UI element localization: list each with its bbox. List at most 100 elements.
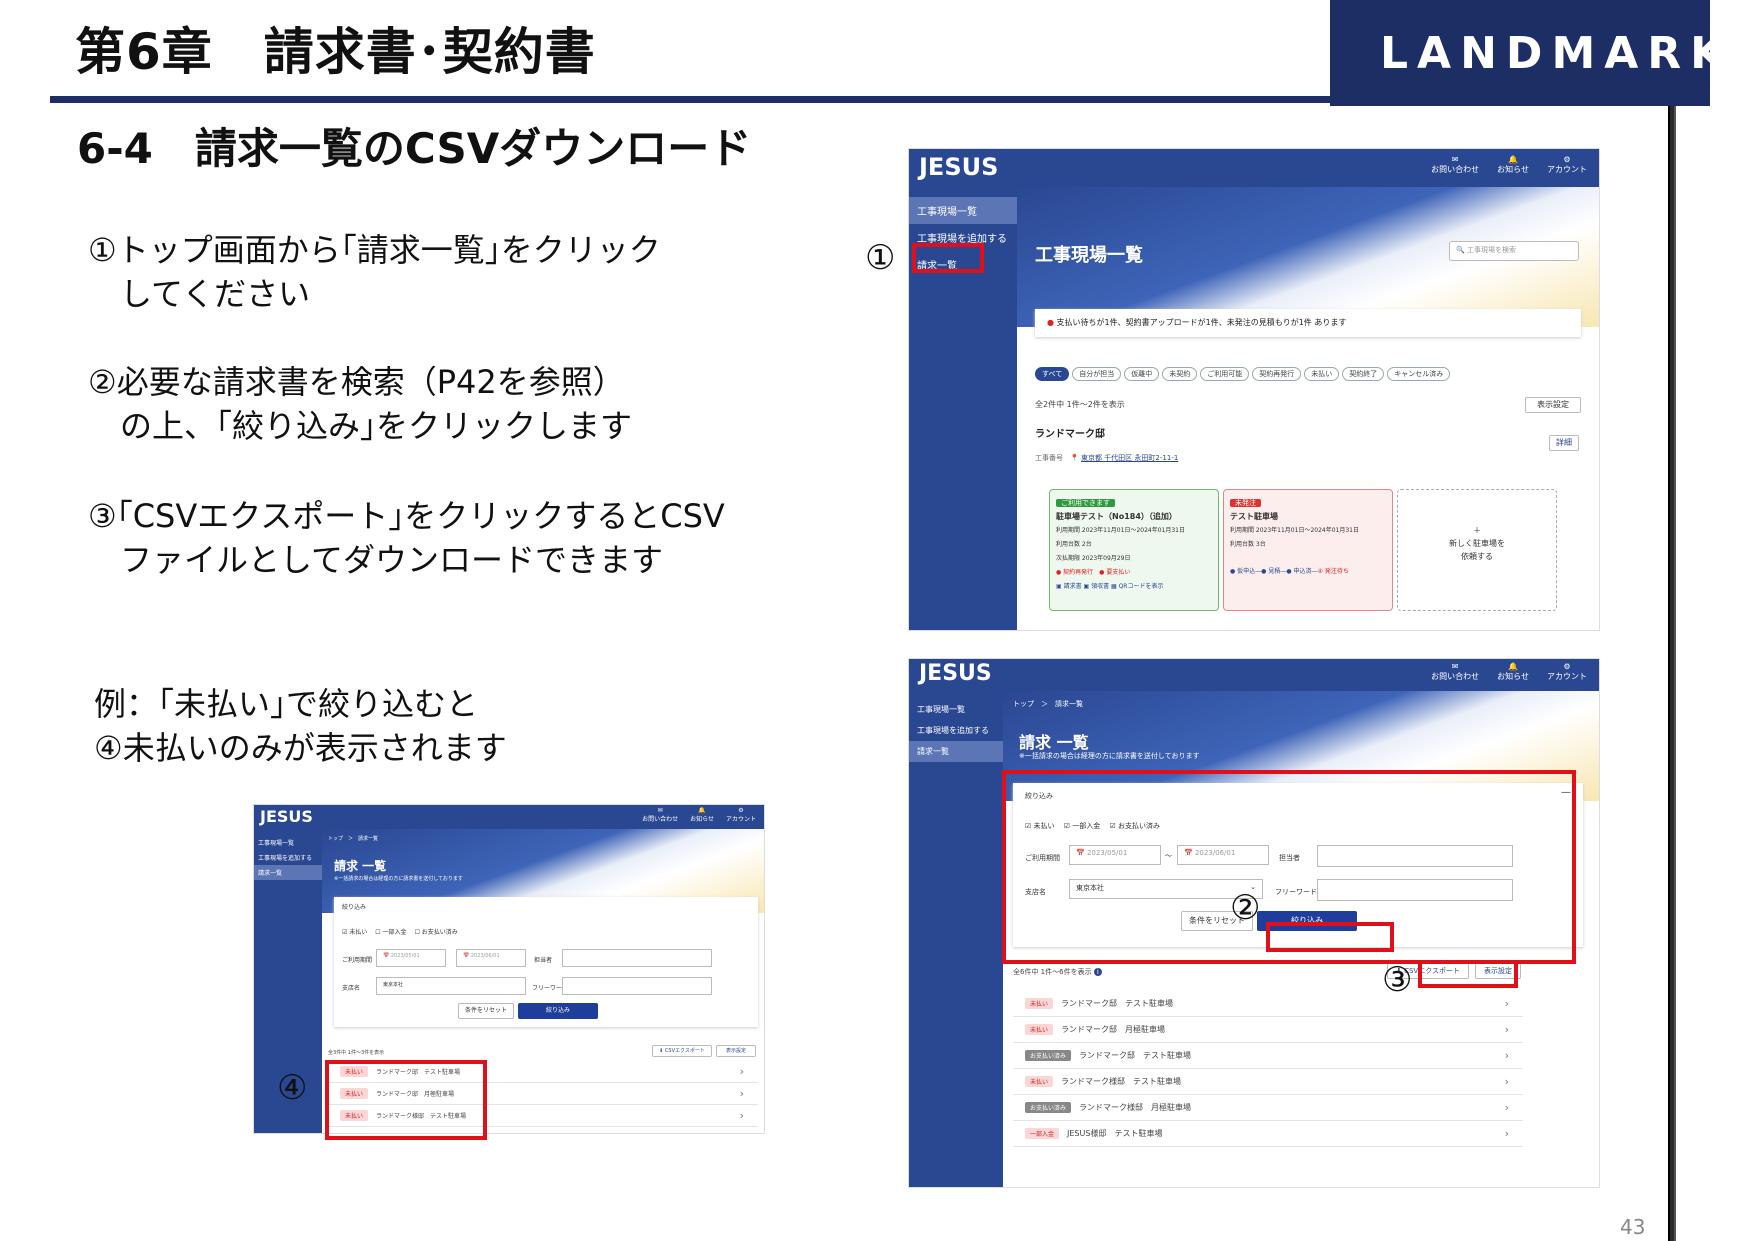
table-row[interactable]: 未払い ランドマーク様邸 テスト駐車場 ›: [1013, 1069, 1523, 1095]
card-count: 利用台数 2台: [1056, 541, 1092, 548]
site-name: ランドマーク邸: [1035, 429, 1105, 440]
check-paid[interactable]: ☐ お支払い済み: [414, 929, 457, 936]
check-partial[interactable]: ☐ 一部入金: [375, 929, 406, 936]
contact-icon[interactable]: ✉ お問い合わせ: [1431, 155, 1479, 175]
chevron-right-icon: ›: [1504, 1127, 1509, 1140]
sidebar-item-sites[interactable]: 工事現場一覧: [909, 699, 1003, 720]
filter-pending[interactable]: 仮離中: [1124, 367, 1160, 381]
filter-all[interactable]: すべて: [1035, 367, 1070, 381]
check-unpaid[interactable]: ☑ 未払い: [342, 929, 367, 936]
date-to-input[interactable]: 📅 2023/06/01: [456, 949, 526, 967]
filter-cancelled[interactable]: キャンセル済み: [1387, 367, 1451, 381]
branch-select[interactable]: 東京本社: [376, 977, 526, 995]
chevron-right-icon: ›: [739, 1087, 744, 1100]
sidebar-item-add-site[interactable]: 工事現場を追加する: [254, 850, 322, 865]
row-text: ランドマーク邸 月極駐車場: [1061, 1025, 1166, 1034]
card-date: 次払期限 2023年09月29日: [1056, 555, 1131, 562]
marker-1: ①: [865, 238, 896, 278]
page-title: 請求 一覧: [1019, 733, 1089, 752]
sidebar-item-add-site[interactable]: 工事現場を追加する: [909, 720, 1003, 741]
header-rule: [50, 96, 1380, 103]
step-3: ③｢CSVエクスポート｣をクリックするとCSV ファイルとしてダウンロードできま…: [88, 497, 725, 579]
table-row[interactable]: 未払い ランドマーク邸 テスト駐車場 ›: [1013, 991, 1523, 1017]
filter-ended[interactable]: 契約終了: [1342, 367, 1385, 381]
notice-icon[interactable]: 🔔 お知らせ: [690, 807, 714, 823]
table-row[interactable]: お支払い済み ランドマーク邸 テスト駐車場 ›: [1013, 1043, 1523, 1069]
status-badge: 未払い: [1025, 1076, 1054, 1087]
parking-card-unordered[interactable]: 未発注 テスト駐車場 利用期間 2023年11月01日〜2024年01月31日 …: [1223, 489, 1393, 611]
card-count: 利用台数 3台: [1230, 541, 1266, 548]
example-note: 例：｢未払い｣で絞り込むと ④未払いのみが表示されます: [94, 685, 507, 767]
card-tag: ● 契約再発行 ● 要支払い: [1056, 569, 1131, 576]
keyword-input[interactable]: [562, 977, 712, 995]
card-name: テスト駐車場: [1230, 512, 1278, 521]
status-badge: 未払い: [1025, 1024, 1054, 1035]
table-row[interactable]: 一部入金 JESUS様邸 テスト駐車場 ›: [1013, 1121, 1523, 1147]
row-text: ランドマーク邸 テスト駐車場: [1079, 1051, 1192, 1060]
sidebar-item-sites[interactable]: 工事現場一覧: [909, 197, 1017, 224]
sidebar-item-invoices[interactable]: 請求一覧: [254, 865, 322, 880]
contact-icon[interactable]: ✉ お問い合わせ: [1431, 662, 1479, 682]
card-badge: ご利用できます: [1056, 499, 1115, 507]
app-brand: JESUS: [919, 661, 992, 686]
highlight-2: [1266, 922, 1394, 952]
person-label: 担当者: [534, 957, 553, 964]
alert-banner: ● 支払い待ちが1件、契約書アップロードが1件、未発注の見積もりが1件 あります: [1035, 309, 1581, 337]
chevron-right-icon: ›: [1504, 1101, 1509, 1114]
logo-text: LANDMARK: [1380, 27, 1734, 79]
sidebar-item-invoices[interactable]: 請求一覧: [909, 741, 1003, 762]
account-icon[interactable]: ⚙ アカウント: [1547, 662, 1587, 682]
card-badge: 未発注: [1230, 499, 1261, 507]
app-nav: ✉ お問い合わせ 🔔 お知らせ ⚙ アカウント: [1431, 155, 1587, 175]
filter-unpaid[interactable]: 未払い: [1304, 367, 1340, 381]
csv-export-button[interactable]: ⬇ CSVエクスポート: [652, 1045, 712, 1057]
right-border: [1668, 106, 1676, 1241]
breadcrumb: トップ ＞ 請求一覧: [1013, 700, 1083, 708]
info-icon: i: [1093, 968, 1102, 976]
filter-reissue[interactable]: 契約再発行: [1252, 367, 1302, 381]
date-from-input[interactable]: 📅 2023/05/01: [376, 949, 446, 967]
landmark-logo: LANDMARK: [1330, 0, 1724, 106]
table-row[interactable]: お支払い済み ランドマーク様邸 月極駐車場 ›: [1013, 1095, 1523, 1121]
detail-button[interactable]: 詳細: [1549, 435, 1579, 451]
status-badge: お支払い済み: [1025, 1102, 1072, 1113]
row-text: ランドマーク様邸 月極駐車場: [1079, 1103, 1192, 1112]
filter-available[interactable]: ご利用可能: [1200, 367, 1250, 381]
person-input[interactable]: [562, 949, 712, 967]
filter-panel: 絞り込み ☑ 未払い ☐ 一部入金 ☐ お支払い済み ご利用期間 📅 2023/…: [334, 897, 758, 1027]
result-count: 全3件中 1件〜3件を表示: [328, 1050, 385, 1056]
notice-icon[interactable]: 🔔 お知らせ: [1497, 155, 1529, 175]
status-filters: すべて 自分が担当 仮離中 未契約 ご利用可能 契約再発行 未払い 契約終了 キャンセル済み: [1035, 361, 1453, 381]
page-subtitle: ※一括請求の場合は経理の方に請求書を送付しております: [1019, 752, 1200, 760]
invoice-list: 未払い ランドマーク邸 テスト駐車場 › 未払い ランドマーク邸 月極駐車場 › お支払…: [1013, 991, 1523, 1181]
marker-4: ④: [277, 1068, 308, 1108]
highlight-1: [912, 243, 984, 273]
display-settings-button[interactable]: 表示設定: [716, 1045, 756, 1057]
display-settings-button[interactable]: 表示設定: [1525, 397, 1581, 413]
filter-uncontracted[interactable]: 未契約: [1162, 367, 1198, 381]
notice-icon[interactable]: 🔔 お知らせ: [1497, 662, 1529, 682]
account-icon[interactable]: ⚙ アカウント: [1547, 155, 1587, 175]
table-row[interactable]: 未払い ランドマーク邸 月極駐車場 ›: [1013, 1017, 1523, 1043]
add-parking-card[interactable]: ＋ 新しく駐車場を 依頼する: [1397, 489, 1557, 611]
status-checkboxes: ☑ 未払い ☐ 一部入金 ☐ お支払い済み: [342, 927, 458, 936]
progress-steps: ● 仮申込―● 見積―● 申込済―④ 発注待ち: [1230, 568, 1349, 575]
parking-card-available[interactable]: ご利用できます 駐車場テスト（No184）（追加） 利用期間 2023年11月0…: [1049, 489, 1219, 611]
card-period: 利用期間 2023年11月01日〜2024年01月31日: [1056, 527, 1185, 534]
filter-mine[interactable]: 自分が担当: [1072, 367, 1122, 381]
account-icon[interactable]: ⚙ アカウント: [726, 807, 756, 823]
contact-icon[interactable]: ✉ お問い合わせ: [642, 807, 678, 823]
marker-3: ③: [1382, 960, 1413, 1000]
app-sidebar: 工事現場一覧 工事現場を追加する 請求一覧: [909, 691, 1003, 1187]
filter-submit-button[interactable]: 絞り込み: [518, 1003, 598, 1019]
sidebar-item-sites[interactable]: 工事現場一覧: [254, 835, 322, 850]
filter-panel-title: 絞り込み: [342, 904, 367, 911]
highlight-3: [1418, 960, 1518, 988]
chevron-right-icon: ›: [1504, 1049, 1509, 1062]
reset-button[interactable]: 条件をリセット: [458, 1003, 514, 1019]
card-actions[interactable]: ▣ 請求書 ▣ 領収書 ▦ QRコードを表示: [1056, 583, 1163, 590]
result-count: 全6件中 1件〜6件を表示 i: [1013, 967, 1102, 977]
breadcrumb: トップ ＞ 請求一覧: [328, 836, 379, 842]
search-input[interactable]: 🔍 工事現場を検索: [1449, 241, 1579, 261]
page-title: 請求 一覧: [334, 859, 387, 873]
